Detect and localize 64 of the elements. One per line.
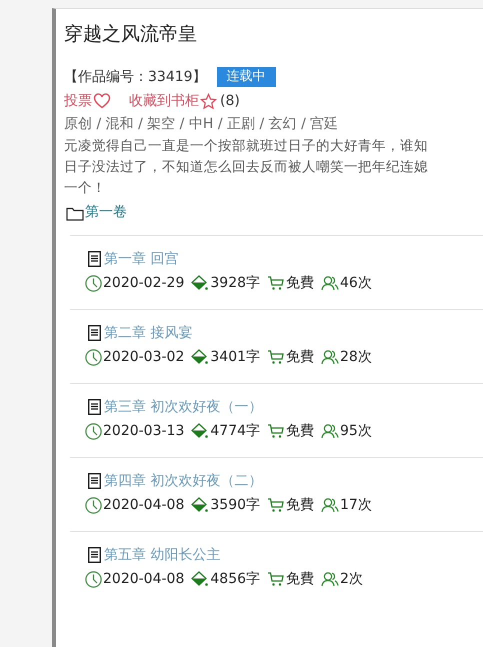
chapter-link[interactable]: 第五章 幼阳长公主 — [104, 545, 220, 565]
summary-line: 一个！ — [64, 179, 107, 198]
summary-line: 日子没法过了，不知道怎么回去反而被人嘲笑一把年纪连媳 — [64, 158, 429, 177]
chapter-link[interactable]: 第一章 回宫 — [104, 249, 178, 269]
read-count: 28次 — [340, 348, 372, 366]
clock-icon — [85, 348, 102, 366]
vote-link[interactable]: 投票 — [64, 91, 92, 111]
word-count: 4856字 — [210, 570, 260, 588]
word-count: 3590字 — [210, 496, 260, 514]
word-count: 4774字 — [210, 422, 260, 440]
volume-link[interactable]: 第一卷 — [85, 203, 127, 221]
document-icon — [88, 547, 101, 563]
summary-line: 元凌觉得自己一直是一个按部就班过日子的大好青年，谁知 — [64, 137, 429, 156]
chapter-date: 2020-04-08 — [103, 496, 184, 514]
heart-icon — [93, 93, 111, 109]
cart-icon — [267, 571, 286, 587]
read-count: 95次 — [340, 422, 372, 440]
document-icon — [88, 473, 101, 489]
ink-drop-icon — [191, 423, 210, 439]
read-count: 46次 — [340, 274, 372, 292]
clock-icon — [85, 274, 102, 292]
chapter-link[interactable]: 第四章 初次欢好夜（二） — [104, 471, 262, 491]
document-icon — [88, 399, 101, 415]
price-label: 免費 — [286, 496, 314, 514]
people-icon — [321, 349, 340, 365]
people-icon — [321, 275, 340, 291]
favorite-link[interactable]: 收藏到书柜 — [129, 91, 199, 111]
document-icon — [88, 325, 101, 341]
book-title: 穿越之风流帝皇 — [64, 22, 198, 47]
clock-icon — [85, 496, 102, 514]
ink-drop-icon — [191, 571, 210, 587]
chapter-link[interactable]: 第三章 初次欢好夜（一） — [104, 397, 262, 417]
people-icon — [321, 497, 340, 513]
price-label: 免費 — [286, 570, 314, 588]
favorite-count: (8) — [220, 93, 240, 109]
price-label: 免費 — [286, 422, 314, 440]
cart-icon — [267, 497, 286, 513]
word-count: 3401字 — [210, 348, 260, 366]
clock-icon — [85, 570, 102, 588]
clock-icon — [85, 422, 102, 440]
ink-drop-icon — [191, 275, 210, 291]
read-count: 2次 — [340, 570, 363, 588]
cart-icon — [267, 349, 286, 365]
genre-tags: 原创 / 混和 / 架空 / 中H / 正剧 / 玄幻 / 宫廷 — [64, 114, 483, 134]
cart-icon — [267, 423, 286, 439]
document-icon — [88, 251, 101, 267]
chapter-date: 2020-04-08 — [103, 570, 184, 588]
chapter-date: 2020-02-29 — [103, 274, 184, 292]
ink-drop-icon — [191, 497, 210, 513]
word-count: 3928字 — [210, 274, 260, 292]
chapter-date: 2020-03-02 — [103, 348, 184, 366]
price-label: 免費 — [286, 348, 314, 366]
chapter-date: 2020-03-13 — [103, 422, 184, 440]
folder-icon — [66, 206, 84, 221]
price-label: 免費 — [286, 274, 314, 292]
people-icon — [321, 423, 340, 439]
ink-drop-icon — [191, 349, 210, 365]
star-icon — [200, 92, 217, 110]
work-id: 【作品编号：33419】 — [64, 68, 207, 86]
chapter-link[interactable]: 第二章 接风宴 — [104, 323, 192, 343]
cart-icon — [267, 275, 286, 291]
people-icon — [321, 571, 340, 587]
read-count: 17次 — [340, 496, 372, 514]
status-badge: 连载中 — [216, 67, 276, 87]
